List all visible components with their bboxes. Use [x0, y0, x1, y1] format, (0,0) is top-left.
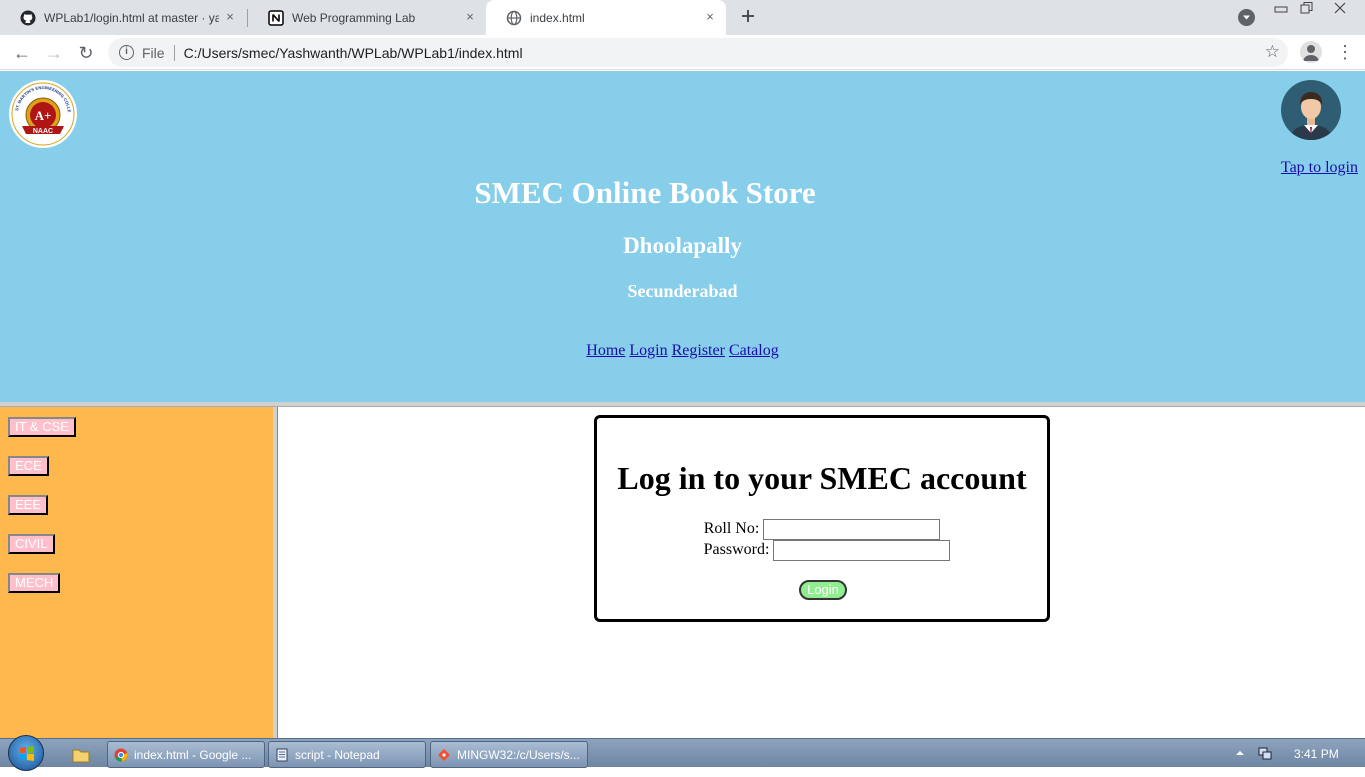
url-text[interactable]: C:/Users/smec/Yashwanth/WPLab/WPLab1/ind…: [184, 45, 523, 61]
forward-arrow-icon: →: [45, 43, 63, 63]
close-tab-icon[interactable]: ×: [462, 9, 478, 25]
logo-grade: A+: [35, 108, 52, 123]
tab-github-login[interactable]: WPLab1/login.html at master · ya ×: [0, 0, 246, 35]
reload-button[interactable]: ↻: [74, 41, 98, 65]
logo-naac: NAAC: [33, 128, 53, 135]
tab-title: WPLab1/login.html at master · ya: [44, 10, 219, 25]
task-label: script - Notepad: [295, 747, 380, 762]
task-label: index.html - Google ...: [134, 747, 252, 762]
notion-icon: [268, 9, 284, 26]
start-button[interactable]: [8, 735, 44, 771]
tab-title: index.html: [530, 10, 585, 25]
task-label: MINGW32:/c/Users/s...: [457, 747, 580, 762]
site-city: Secunderabad: [627, 281, 738, 301]
notepad-icon: [276, 748, 288, 761]
browser-toolbar: ← → ↻ i File C:/Users/smec/Yashwanth/WPL…: [0, 35, 1365, 70]
folder-icon: [72, 749, 90, 762]
tap-to-login-link[interactable]: Tap to login: [1281, 159, 1358, 177]
site-title: SMEC Online Book Store: [474, 175, 816, 210]
new-tab-button[interactable]: [737, 6, 759, 28]
password-label: Password:: [703, 541, 770, 559]
tab-notion-webprog[interactable]: Web Programming Lab ×: [248, 0, 486, 35]
tab-search-button[interactable]: [1238, 9, 1255, 26]
url-divider: [173, 44, 175, 61]
clock[interactable]: 3:41 PM: [1294, 747, 1339, 761]
nav-login-link[interactable]: Login: [629, 342, 667, 359]
nav-register-link[interactable]: Register: [672, 342, 725, 359]
browser-menu-button[interactable]: ⋮: [1336, 41, 1354, 65]
site-header: A+ NAAC ST. MARTIN'S ENGINEERING COLLEGE…: [0, 71, 1365, 403]
taskbar-mingw[interactable]: MINGW32:/c/Users/s...: [430, 741, 588, 768]
login-heading: Log in to your SMEC account: [617, 460, 1027, 496]
taskbar-notepad[interactable]: script - Notepad: [268, 741, 426, 768]
roll-row: Roll No:: [597, 519, 1047, 540]
url-scheme: File: [142, 44, 165, 61]
reload-icon: ↻: [78, 43, 94, 63]
password-row: Password:: [602, 540, 1052, 561]
dept-ece-button[interactable]: ECE: [8, 456, 49, 476]
dept-eee-button[interactable]: EEE: [8, 495, 49, 515]
minimize-window-button[interactable]: [1272, 2, 1290, 22]
profile-icon: [1303, 45, 1319, 61]
dept-it-cse-button[interactable]: IT & CSE: [8, 417, 76, 437]
forward-button[interactable]: →: [42, 41, 66, 65]
dept-mech-button[interactable]: MECH: [8, 573, 61, 593]
site-location: Dhoolapally: [623, 233, 742, 258]
taskbar-chrome[interactable]: index.html - Google ...: [107, 741, 265, 768]
roll-no-input[interactable]: [763, 519, 941, 540]
windows-taskbar: index.html - Google ... script - Notepad…: [0, 735, 1365, 771]
user-avatar[interactable]: [1280, 79, 1342, 141]
globe-icon: [506, 10, 522, 26]
back-arrow-icon: ←: [13, 43, 31, 63]
close-window-button[interactable]: [1332, 1, 1348, 21]
tab-title: Web Programming Lab: [292, 10, 416, 25]
login-form: Log in to your SMEC account Roll No: Pas…: [594, 415, 1050, 622]
dept-civil-button[interactable]: CIVIL: [8, 534, 55, 554]
chrome-icon: [114, 748, 128, 761]
frame-border[interactable]: [273, 407, 278, 738]
minimize-icon: [1274, 6, 1288, 13]
close-tab-icon[interactable]: ×: [702, 9, 718, 25]
tray-arrow-icon[interactable]: [1235, 747, 1245, 761]
college-logo: A+ NAAC ST. MARTIN'S ENGINEERING COLLEGE: [6, 75, 78, 149]
nav-home-link[interactable]: Home: [586, 342, 625, 359]
roll-label: Roll No:: [703, 520, 760, 538]
tab-index-html[interactable]: index.html ×: [486, 0, 726, 35]
tab-strip: WPLab1/login.html at master · ya × Web P…: [0, 0, 1365, 35]
back-button[interactable]: ←: [10, 41, 34, 65]
chevron-down-icon: [1243, 15, 1250, 20]
network-icon[interactable]: [1257, 745, 1273, 764]
bookmark-star-icon[interactable]: ☆: [1265, 42, 1280, 62]
nav-catalog-link[interactable]: Catalog: [729, 342, 779, 359]
git-bash-icon: [438, 748, 450, 761]
address-bar[interactable]: i File C:/Users/smec/Yashwanth/WPLab/WPL…: [108, 38, 1288, 67]
main-nav: Home Login Register Catalog: [0, 342, 1365, 360]
password-input[interactable]: [773, 540, 951, 561]
close-tab-icon[interactable]: ×: [222, 9, 238, 25]
department-sidebar: IT & CSE ECE EEE CIVIL MECH: [0, 407, 273, 738]
kebab-menu-icon: ⋮: [1336, 42, 1354, 62]
plus-icon: [742, 10, 754, 22]
explorer-taskbar-button[interactable]: [60, 741, 102, 768]
profile-button[interactable]: [1300, 41, 1322, 63]
close-icon: [1334, 2, 1346, 14]
restore-window-button[interactable]: [1298, 1, 1314, 21]
github-icon: [20, 10, 36, 26]
restore-icon: [1300, 2, 1313, 14]
login-button[interactable]: Login: [799, 580, 847, 600]
info-icon[interactable]: i: [119, 45, 134, 60]
